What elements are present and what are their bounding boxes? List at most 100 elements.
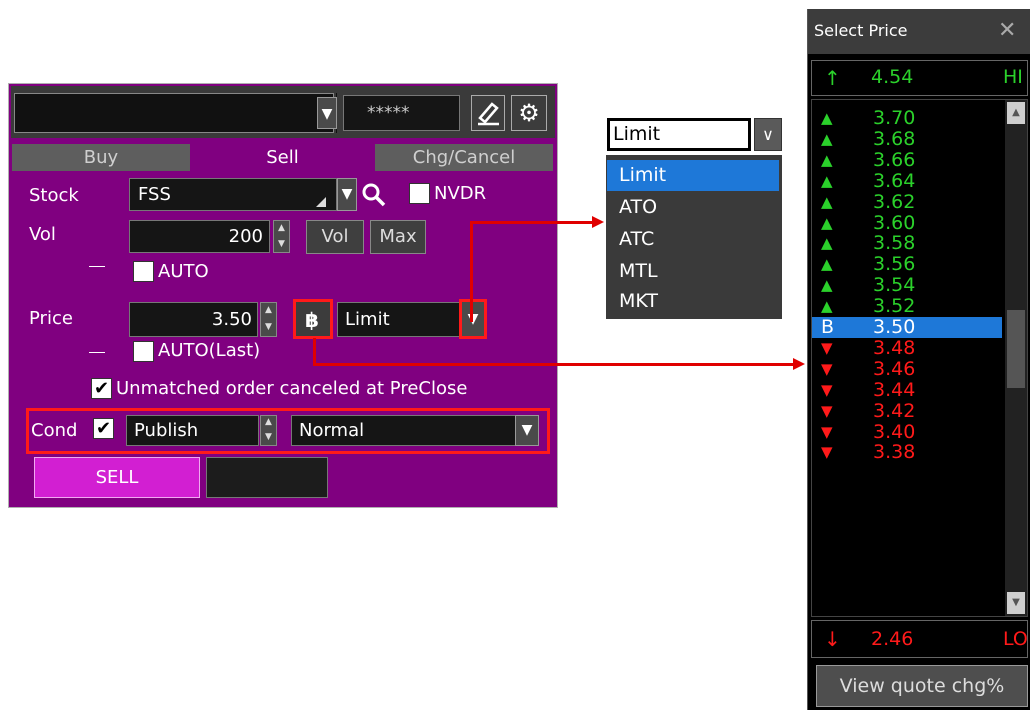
connector-line: [313, 338, 316, 365]
option-limit[interactable]: Limit: [607, 160, 779, 191]
vol-input[interactable]: 200: [129, 220, 270, 253]
price-value: 3.50: [873, 316, 916, 338]
price-value: 3.54: [873, 274, 916, 297]
hi-value: 4.54: [871, 66, 914, 88]
vol-label: Vol: [29, 224, 56, 245]
baht-icon: ฿: [305, 308, 319, 332]
scroll-down-button[interactable]: ▼: [1007, 592, 1025, 614]
account-dropdown-button[interactable]: ▼: [317, 97, 337, 129]
cond-dropdown-button[interactable]: ▼: [515, 415, 539, 446]
price-type-dropdown-button[interactable]: ▼: [459, 299, 487, 339]
order-panel: ▼ ***** ⚙ Buy Sell Chg/Cancel Stock FSS …: [8, 83, 558, 508]
down-triangle-icon: ▼: [821, 422, 833, 441]
stock-dropdown-button[interactable]: ▼: [337, 178, 357, 211]
lo-row[interactable]: ↓ 2.46 LO: [811, 620, 1028, 658]
price-row[interactable]: ▼ 3.40: [812, 421, 1002, 443]
select-price-button[interactable]: ฿: [293, 299, 333, 339]
order-type-dropdown: Limit ∨ Limit ATO ATC MTL MKT: [606, 117, 782, 322]
pin-field[interactable]: *****: [343, 95, 460, 131]
up-triangle-icon: ▲: [821, 109, 833, 127]
eraser-icon[interactable]: [471, 95, 505, 131]
price-row[interactable]: ▲ 3.70: [812, 108, 1002, 129]
cond-stepper[interactable]: ▲ ▼: [260, 415, 277, 446]
price-row-current[interactable]: B 3.50: [812, 317, 1002, 338]
account-field[interactable]: [14, 93, 334, 133]
connector-line: [470, 221, 594, 224]
nvdr-checkbox[interactable]: [409, 183, 430, 204]
order-type-options: Limit ATO ATC MTL MKT: [606, 155, 782, 319]
search-icon[interactable]: [359, 180, 389, 210]
cond-label: Cond: [31, 420, 78, 441]
option-ato[interactable]: ATO: [607, 192, 779, 223]
vol-button[interactable]: Vol: [306, 220, 364, 254]
max-button[interactable]: Max: [370, 220, 426, 254]
price-list-scrollbar[interactable]: ▲ ▼: [1005, 100, 1027, 616]
option-mtl[interactable]: MTL: [607, 256, 779, 287]
price-input[interactable]: 3.50: [129, 302, 258, 337]
up-triangle-icon: ▲: [821, 213, 833, 232]
chevron-down-icon[interactable]: ∨: [754, 118, 782, 151]
gear-icon[interactable]: ⚙: [511, 95, 547, 131]
price-auto-label: AUTO(Last): [158, 340, 261, 361]
unmatched-checkbox[interactable]: ✔: [91, 378, 112, 399]
price-type-select[interactable]: Limit: [337, 302, 461, 337]
price-value: 3.66: [873, 148, 916, 171]
option-atc[interactable]: ATC: [607, 224, 779, 255]
current-marker: B: [821, 316, 835, 338]
hi-row[interactable]: ↑ 4.54 HI: [811, 60, 1028, 96]
select-price-title: Select Price: [814, 21, 908, 40]
down-arrow-icon: ↓: [824, 627, 841, 651]
price-stepper[interactable]: ▲ ▼: [260, 302, 277, 337]
connector-line: [470, 302, 473, 322]
cond-publish-field[interactable]: Publish: [126, 415, 259, 446]
close-icon[interactable]: ✕: [998, 18, 1016, 43]
down-triangle-icon: ▼: [821, 338, 833, 357]
tab-sell[interactable]: Sell: [190, 144, 375, 171]
down-triangle-icon: ▼: [821, 380, 833, 399]
down-triangle-icon: ▼: [821, 359, 833, 378]
price-value: 3.68: [873, 127, 916, 150]
price-row[interactable]: ▲ 3.62: [812, 191, 1002, 213]
price-row[interactable]: ▼ 3.44: [812, 378, 1002, 401]
up-triangle-icon: ▲: [821, 297, 833, 316]
price-value: 3.38: [873, 441, 916, 464]
price-row[interactable]: ▲ 3.54: [812, 275, 1002, 296]
down-triangle-icon: ▼: [821, 443, 833, 462]
scroll-up-button[interactable]: ▲: [1007, 102, 1025, 124]
scroll-thumb[interactable]: [1007, 310, 1025, 388]
stock-input[interactable]: FSS: [129, 178, 337, 211]
tab-chg-cancel[interactable]: Chg/Cancel: [375, 144, 553, 171]
connector-line: [470, 221, 473, 304]
price-row[interactable]: ▼ 3.46: [812, 358, 1002, 380]
sell-button[interactable]: SELL: [34, 457, 200, 498]
arrowhead-icon: [793, 358, 805, 370]
price-row[interactable]: ▲ 3.56: [812, 254, 1002, 275]
up-arrow-icon: ↑: [824, 66, 841, 90]
tab-buy[interactable]: Buy: [12, 144, 190, 171]
price-row[interactable]: ▲ 3.58: [812, 233, 1002, 254]
order-type-select[interactable]: Limit: [607, 118, 751, 151]
price-auto-checkbox[interactable]: [133, 341, 154, 362]
price-row[interactable]: ▲ 3.66: [812, 148, 1002, 171]
lo-value: 2.46: [871, 628, 914, 650]
up-triangle-icon: ▲: [821, 192, 833, 211]
option-mkt[interactable]: MKT: [607, 286, 779, 317]
vol-auto-checkbox[interactable]: [133, 261, 154, 282]
unmatched-label: Unmatched order canceled at PreClose: [116, 378, 468, 399]
cond-normal-select[interactable]: Normal: [291, 415, 517, 446]
vol-stepper[interactable]: ▲ ▼: [273, 220, 290, 253]
price-row[interactable]: ▲ 3.52: [812, 296, 1002, 317]
price-row[interactable]: ▲ 3.68: [812, 127, 1002, 150]
price-row[interactable]: ▼ 3.42: [812, 399, 1002, 422]
price-row[interactable]: ▼ 3.48: [812, 336, 1002, 359]
price-row[interactable]: ▼ 3.38: [812, 442, 1002, 463]
price-value: 3.48: [873, 336, 916, 359]
price-value: 3.42: [873, 399, 916, 422]
view-quote-button[interactable]: View quote chg%: [816, 665, 1028, 707]
price-row[interactable]: ▲ 3.60: [812, 212, 1002, 234]
price-value: 3.56: [873, 253, 916, 276]
price-row[interactable]: ▲ 3.64: [812, 170, 1002, 192]
cond-checkbox[interactable]: ✔: [93, 418, 114, 439]
price-value: 3.44: [873, 378, 916, 401]
nvdr-label: NVDR: [434, 183, 487, 204]
